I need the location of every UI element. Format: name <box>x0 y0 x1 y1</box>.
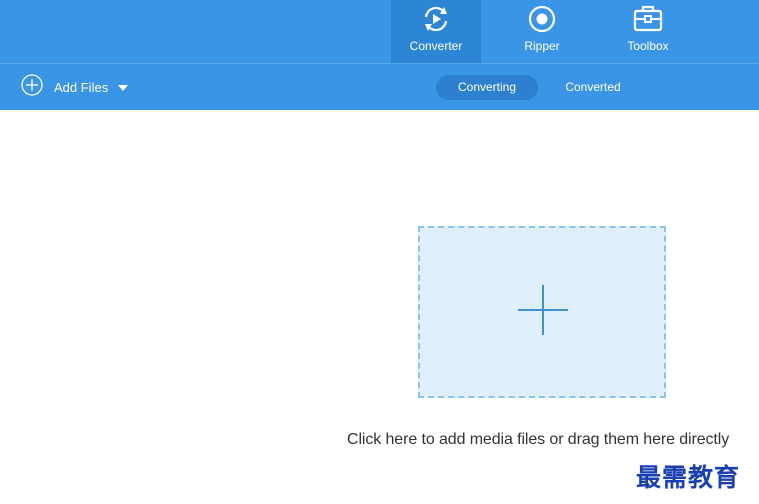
app-window: Converter Ripper Toolbox Add Files Conve… <box>0 0 759 504</box>
tab-converter[interactable]: Converter <box>391 0 481 63</box>
toolbox-icon <box>632 4 664 34</box>
plus-icon <box>518 285 568 335</box>
tab-converting[interactable]: Converting <box>436 75 538 100</box>
dropzone-hint-text[interactable]: Click here to add media files or drag th… <box>347 431 729 449</box>
tab-toolbox-label: Toolbox <box>627 39 669 53</box>
main-content: Click here to add media files or drag th… <box>0 110 759 504</box>
convert-cycle-icon <box>420 4 452 34</box>
tab-ripper[interactable]: Ripper <box>500 0 584 63</box>
add-files-button[interactable]: Add Files <box>21 73 129 101</box>
add-files-label: Add Files <box>54 79 109 95</box>
add-media-dropzone[interactable] <box>418 226 666 398</box>
tab-ripper-label: Ripper <box>524 39 560 53</box>
tab-toolbox[interactable]: Toolbox <box>605 0 691 63</box>
sub-toolbar: Add Files Converting Converted <box>0 63 759 110</box>
tab-converted[interactable]: Converted <box>548 75 638 100</box>
add-circle-icon <box>21 73 43 101</box>
disc-icon <box>526 4 558 34</box>
watermark-text: 最需教育 <box>636 463 741 492</box>
tab-converter-label: Converter <box>409 39 463 53</box>
chevron-down-icon[interactable] <box>108 78 129 96</box>
top-nav-bar: Converter Ripper Toolbox <box>0 0 759 63</box>
